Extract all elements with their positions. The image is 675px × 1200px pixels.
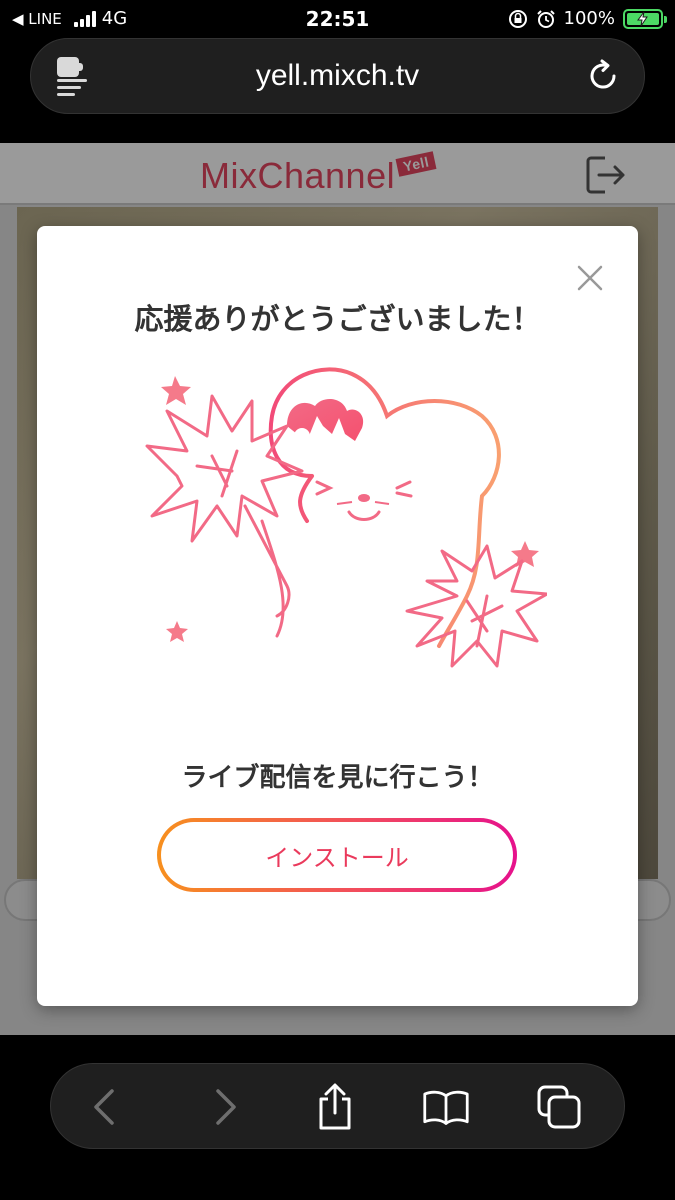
battery-percent: 100% (563, 8, 615, 29)
modal-title: 応援ありがとうございました！ (134, 302, 541, 336)
star-icon (161, 376, 191, 405)
install-button-label: インストール (161, 822, 513, 888)
site-logo[interactable]: MixChannel Yell (200, 151, 437, 197)
modal-subtitle: ライブ配信を見に行こう！ (181, 763, 494, 793)
status-right: 100% (508, 8, 667, 29)
address-bar[interactable]: yell.mixch.tv (30, 38, 645, 114)
logout-icon[interactable] (585, 155, 629, 199)
close-icon[interactable] (576, 264, 604, 292)
bookmarks-icon[interactable] (422, 1083, 470, 1131)
share-icon[interactable] (311, 1083, 359, 1131)
site-header: MixChannel Yell (0, 143, 675, 205)
browser-toolbar (50, 1063, 625, 1149)
install-button[interactable]: インストール (157, 818, 517, 892)
forward-arrow-icon[interactable] (201, 1083, 249, 1131)
tabs-icon[interactable] (535, 1083, 583, 1131)
back-arrow-icon[interactable] (81, 1083, 129, 1131)
logo-text: MixChannel (200, 155, 396, 196)
thanks-modal: 応援ありがとうございました！ ライブ配信を見に行こう！ インストール (37, 226, 638, 1006)
battery-charging-icon (623, 8, 667, 29)
status-bar: ◀ LINE 4G 22:51 100% (0, 0, 675, 38)
orientation-lock-icon (508, 9, 527, 28)
logo-badge: Yell (395, 151, 437, 177)
cheering-mouse-mascot-illustration (145, 367, 547, 668)
url-text[interactable]: yell.mixch.tv (31, 59, 644, 93)
alarm-icon (536, 9, 555, 28)
reload-icon[interactable] (584, 57, 622, 99)
